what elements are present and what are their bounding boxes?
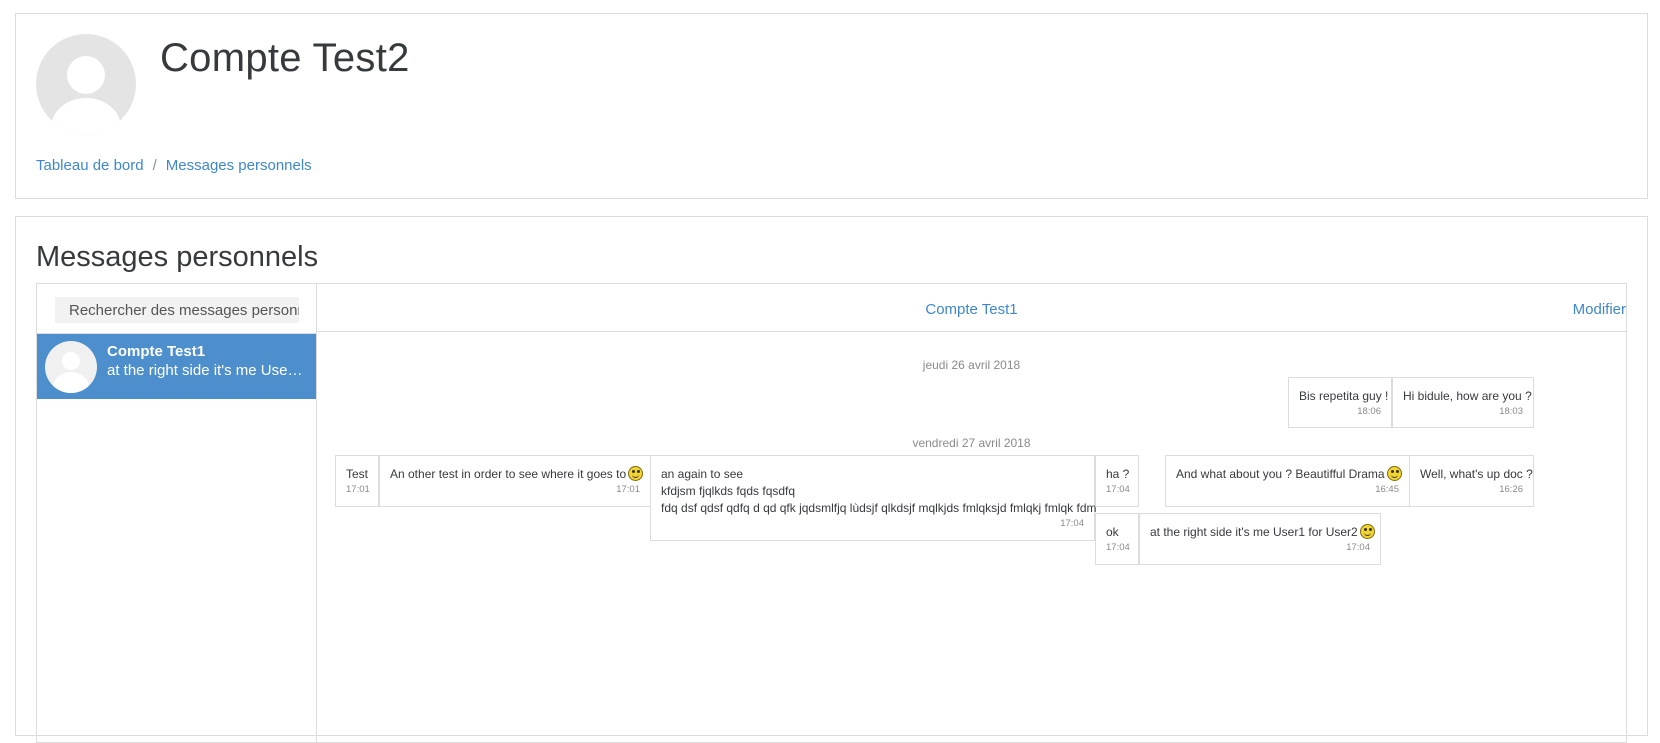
smiley-icon [1359,524,1375,539]
search-bar [37,284,316,334]
message-text: Bis repetita guy ! [1299,389,1389,403]
section-title: Messages personnels [36,241,319,273]
message-time: 18:03 [1499,406,1523,417]
message-text: An other test in order to see where it g… [390,467,627,481]
message-text: an again to see kfdjsm fjqlkds fqds fqsd… [661,467,1097,515]
conversation-panel: Compte Test1 Modifier jeudi 26 avril 201… [317,284,1626,742]
edit-button[interactable]: Modifier [1573,301,1626,318]
message-time: 17:04 [1106,484,1130,495]
message-text: Well, what's up doc ? [1420,467,1533,481]
contact-last-message: at the right side it's me User1 for User… [107,362,307,379]
message-bubble[interactable]: And what about you ? Beautifful Drama 16… [1165,455,1410,507]
page-header: Compte Test2 Tableau de bord / Messages … [15,13,1648,199]
messages-card: Messages personnels Compte Test1 at the … [15,216,1648,743]
smiley-icon [628,466,644,481]
messaging-area: Compte Test1 at the right side it's me U… [36,283,1627,743]
breadcrumb-dashboard-link[interactable]: Tableau de bord [36,157,144,174]
contacts-panel: Compte Test1 at the right side it's me U… [37,284,317,742]
conversation-header: Compte Test1 Modifier [317,284,1626,332]
message-text: ha ? [1106,467,1130,481]
message-bubble[interactable]: ha ? 17:04 [1095,455,1139,507]
search-input[interactable] [55,297,299,323]
message-bubble[interactable]: Bis repetita guy ! 18:06 [1288,377,1392,428]
message-text: Hi bidule, how are you ? [1403,389,1532,403]
message-bubble[interactable]: An other test in order to see where it g… [379,455,651,507]
breadcrumb-messages-link[interactable]: Messages personnels [166,157,312,174]
conversation-title[interactable]: Compte Test1 [317,301,1626,318]
breadcrumb-separator: / [152,157,157,174]
message-time: 17:04 [1106,542,1130,553]
message-time: 18:06 [1357,406,1381,417]
smiley-icon [1386,466,1402,481]
breadcrumb: Tableau de bord / Messages personnels [36,157,312,174]
message-text: at the right side it's me User1 for User… [1150,525,1358,539]
message-bubble[interactable]: Test 17:01 [335,455,379,507]
message-time: 16:26 [1499,484,1523,495]
user-avatar [36,34,136,134]
message-bubble[interactable]: at the right side it's me User1 for User… [1139,513,1381,565]
message-time: 17:01 [616,484,640,495]
contact-item-compte-test1[interactable]: Compte Test1 at the right side it's me U… [37,334,316,399]
message-text: ok [1106,525,1119,539]
message-time: 16:45 [1375,484,1399,495]
message-bubble[interactable]: Well, what's up doc ? 16:26 [1409,455,1534,507]
message-time: 17:04 [1060,518,1084,529]
message-bubble[interactable]: an again to see kfdjsm fjqlkds fqds fqsd… [650,455,1097,541]
message-text: Test [346,467,369,481]
day-separator: vendredi 27 avril 2018 [912,436,1031,450]
day-separator: jeudi 26 avril 2018 [922,358,1021,372]
contact-name: Compte Test1 [107,343,206,360]
page-title: Compte Test2 [160,36,410,80]
message-bubble[interactable]: Hi bidule, how are you ? 18:03 [1392,377,1534,428]
message-time: 17:04 [1346,542,1370,553]
message-time: 17:01 [346,484,370,495]
message-bubble[interactable]: ok 17:04 [1095,513,1139,565]
contact-avatar [45,341,97,393]
message-text: And what about you ? Beautifful Drama [1176,467,1385,481]
